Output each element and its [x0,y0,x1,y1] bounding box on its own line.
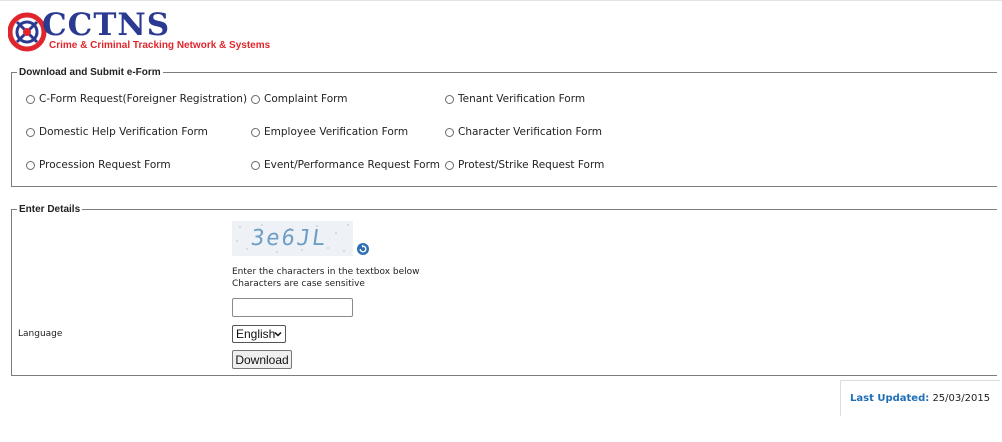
last-updated-value: 25/03/2015 [932,393,991,404]
radio-button[interactable] [445,160,454,170]
radio-complaint-form[interactable]: Complaint Form [251,93,347,105]
radio-employee-verification[interactable]: Employee Verification Form [251,126,408,138]
radio-protest-strike[interactable]: Protest/Strike Request Form [445,159,604,171]
radio-button[interactable] [26,94,35,104]
eform-legend: Download and Submit e-Form [17,67,163,79]
language-label: Language [18,329,63,339]
radio-label: Tenant Verification Form [458,93,586,105]
refresh-icon[interactable] [357,243,369,255]
captcha-hint-line2: Characters are case sensitive [232,279,365,289]
radio-button[interactable] [26,160,35,170]
language-selected-value: English [236,327,276,341]
radio-character-verification[interactable]: Character Verification Form [445,126,602,138]
radio-label: Protest/Strike Request Form [458,159,605,171]
radio-c-form[interactable]: C-Form Request(Foreigner Registration) [26,93,247,105]
radio-label: Domestic Help Verification Form [39,126,208,138]
radio-domestic-help[interactable]: Domestic Help Verification Form [26,126,208,138]
radio-label: Event/Performance Request Form [264,159,440,171]
radio-procession-request[interactable]: Procession Request Form [26,159,171,171]
radio-tenant-verification[interactable]: Tenant Verification Form [445,93,585,105]
radio-button[interactable] [445,94,454,104]
cctns-logo: CCTNS Crime & Criminal Tracking Network … [8,7,270,53]
radio-label: Procession Request Form [39,159,171,171]
captcha-input[interactable] [232,298,353,317]
chevron-down-icon [274,331,282,337]
radio-label: C-Form Request(Foreigner Registration) [39,93,248,105]
logo-subtitle: Crime & Criminal Tracking Network & Syst… [49,40,271,51]
last-updated-label: Last Updated: [850,393,930,404]
download-button[interactable]: Download [232,350,292,369]
radio-label: Complaint Form [264,93,348,105]
language-select[interactable]: English [232,325,286,343]
captcha-hint-line1: Enter the characters in the textbox belo… [232,267,420,277]
last-updated-box: Last Updated: 25/03/2015 [840,380,1000,416]
radio-button[interactable] [445,127,454,137]
radio-label: Employee Verification Form [264,126,409,138]
top-border [0,0,1002,1]
logo-title: CCTNS [42,7,171,43]
radio-button[interactable] [251,160,260,170]
radio-button[interactable] [251,127,260,137]
captcha-image: 3e6JL [232,221,353,256]
details-fieldset: Enter Details [11,204,997,376]
details-legend: Enter Details [17,204,83,216]
radio-event-performance[interactable]: Event/Performance Request Form [251,159,440,171]
radio-button[interactable] [26,127,35,137]
radio-button[interactable] [251,94,260,104]
captcha-text: 3e6JL [249,226,329,251]
radio-label: Character Verification Form [458,126,602,138]
